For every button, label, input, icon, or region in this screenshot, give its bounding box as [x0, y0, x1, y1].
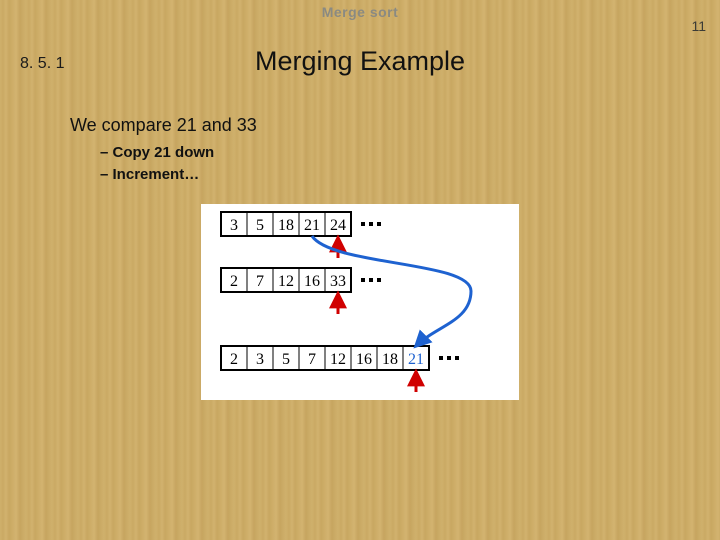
- slide: Merge sort 11 8. 5. 1 Merging Example We…: [0, 0, 720, 540]
- array-cell: 24: [330, 217, 346, 234]
- array-cell: 12: [278, 273, 294, 290]
- array-cell: 12: [330, 351, 346, 368]
- merge-diagram: 3518212427121633235712161821: [201, 204, 519, 400]
- array-cell: 18: [382, 351, 398, 368]
- bullet-item: Copy 21 down: [100, 142, 214, 164]
- bullet-item: Increment…: [100, 164, 214, 186]
- array-cell: 21: [408, 351, 424, 368]
- array-cell: 16: [356, 351, 372, 368]
- array-cell: 18: [278, 217, 294, 234]
- page-title: Merging Example: [0, 46, 720, 77]
- array-cell: 16: [304, 273, 320, 290]
- array-cell: 2: [230, 351, 238, 368]
- array-cell: 7: [256, 273, 264, 290]
- array-cell: 2: [230, 273, 238, 290]
- bullet-list: Copy 21 down Increment…: [100, 142, 214, 186]
- page-number: 11: [691, 18, 706, 34]
- array-cell: 3: [230, 217, 238, 234]
- slide-header: Merge sort: [0, 4, 720, 20]
- array-cell: 3: [256, 351, 264, 368]
- array-cell: 21: [304, 217, 320, 234]
- array-cell: 7: [308, 351, 316, 368]
- array-cell: 33: [330, 273, 346, 290]
- body-line: We compare 21 and 33: [70, 115, 257, 136]
- array-cell: 5: [282, 351, 290, 368]
- array-cell: 5: [256, 217, 264, 234]
